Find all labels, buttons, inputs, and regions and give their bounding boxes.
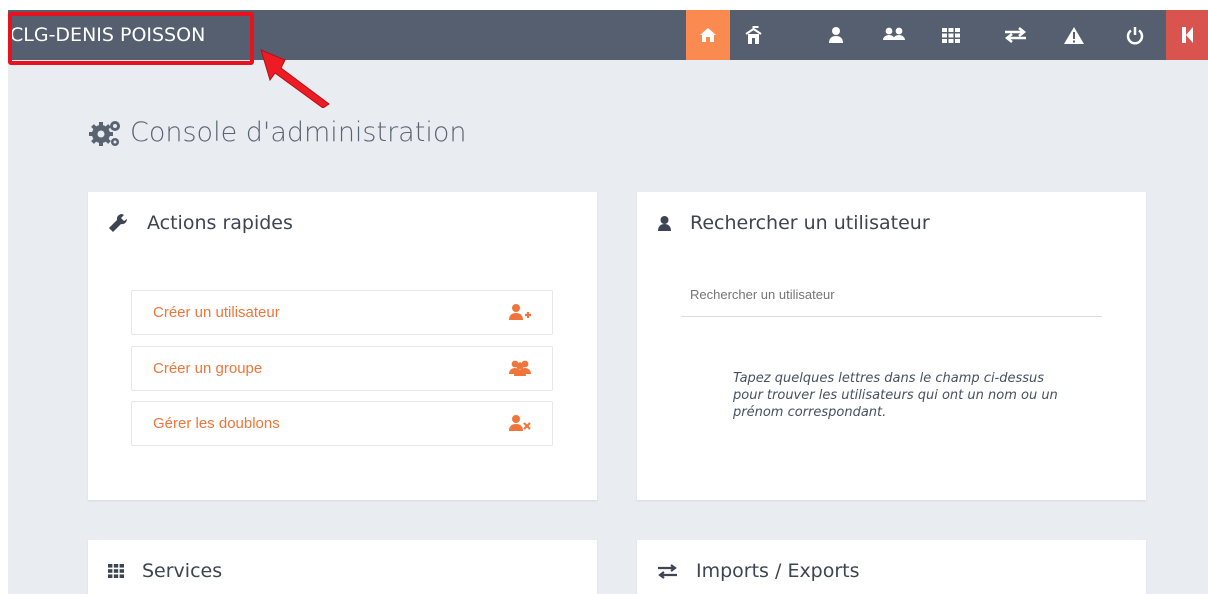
create-group-label: Créer un groupe xyxy=(153,360,263,377)
school-icon xyxy=(744,26,762,44)
wrench-icon xyxy=(109,213,128,232)
school-name-highlight xyxy=(8,12,254,65)
quick-actions-label: Actions rapides xyxy=(147,212,293,234)
grid-icon xyxy=(942,27,960,43)
exchange-icon xyxy=(658,563,677,579)
home-nav-button[interactable] xyxy=(686,10,730,60)
grid-icon xyxy=(108,564,124,578)
user-search-input[interactable] xyxy=(681,272,1102,317)
user-search-title: Rechercher un utilisateur xyxy=(657,212,930,234)
cogs-icon xyxy=(89,120,120,146)
console-title: Console d'administration xyxy=(130,117,467,148)
screenshot-frame: CLG-DENIS POISSON Console d'administrati… xyxy=(0,0,1208,594)
school-nav-button[interactable] xyxy=(730,10,776,60)
create-user-label: Créer un utilisateur xyxy=(153,304,280,321)
alerts-nav-button[interactable] xyxy=(1060,10,1088,60)
services-card: Services xyxy=(88,540,597,594)
users-icon xyxy=(883,27,905,40)
home-icon xyxy=(700,28,716,42)
services-label: Services xyxy=(142,560,223,582)
quick-actions-card: Actions rapides Créer un utilisateur Cré… xyxy=(88,192,597,500)
annotation-arrow-icon xyxy=(260,49,330,108)
imports-exports-card: Imports / Exports xyxy=(637,540,1146,594)
page-title: Console d'administration xyxy=(88,117,466,148)
user-search-card: Rechercher un utilisateur Tapez quelques… xyxy=(637,192,1146,500)
user-icon xyxy=(658,215,671,231)
user-remove-icon xyxy=(509,415,531,431)
create-user-action[interactable]: Créer un utilisateur xyxy=(131,290,553,335)
admin-console-window: CLG-DENIS POISSON Console d'administrati… xyxy=(8,10,1208,594)
user-nav-button[interactable] xyxy=(821,10,851,60)
groups-nav-button[interactable] xyxy=(876,10,912,60)
create-group-action[interactable]: Créer un groupe xyxy=(131,346,553,391)
logout-nav-button[interactable] xyxy=(1122,10,1148,60)
services-title: Services xyxy=(108,560,222,582)
exchange-icon xyxy=(1004,27,1026,43)
services-nav-button[interactable] xyxy=(937,10,965,60)
user-search-label: Rechercher un utilisateur xyxy=(690,212,930,234)
top-navigation-bar: CLG-DENIS POISSON xyxy=(8,10,1208,65)
imports-exports-label: Imports / Exports xyxy=(696,560,860,582)
warning-icon xyxy=(1064,26,1084,44)
user-icon xyxy=(829,27,843,43)
imports-exports-nav-button[interactable] xyxy=(996,10,1034,60)
manage-duplicates-action[interactable]: Gérer les doublons xyxy=(131,401,553,446)
search-instructions: Tapez quelques lettres dans le champ ci-… xyxy=(733,371,1058,420)
user-plus-icon xyxy=(509,304,531,320)
imports-exports-title: Imports / Exports xyxy=(657,560,860,582)
k-nav-button[interactable] xyxy=(1166,10,1208,60)
k-icon xyxy=(1181,27,1193,43)
manage-duplicates-label: Gérer les doublons xyxy=(153,415,280,432)
quick-actions-title: Actions rapides xyxy=(108,212,293,234)
users-icon xyxy=(509,360,531,376)
power-icon xyxy=(1126,26,1144,44)
